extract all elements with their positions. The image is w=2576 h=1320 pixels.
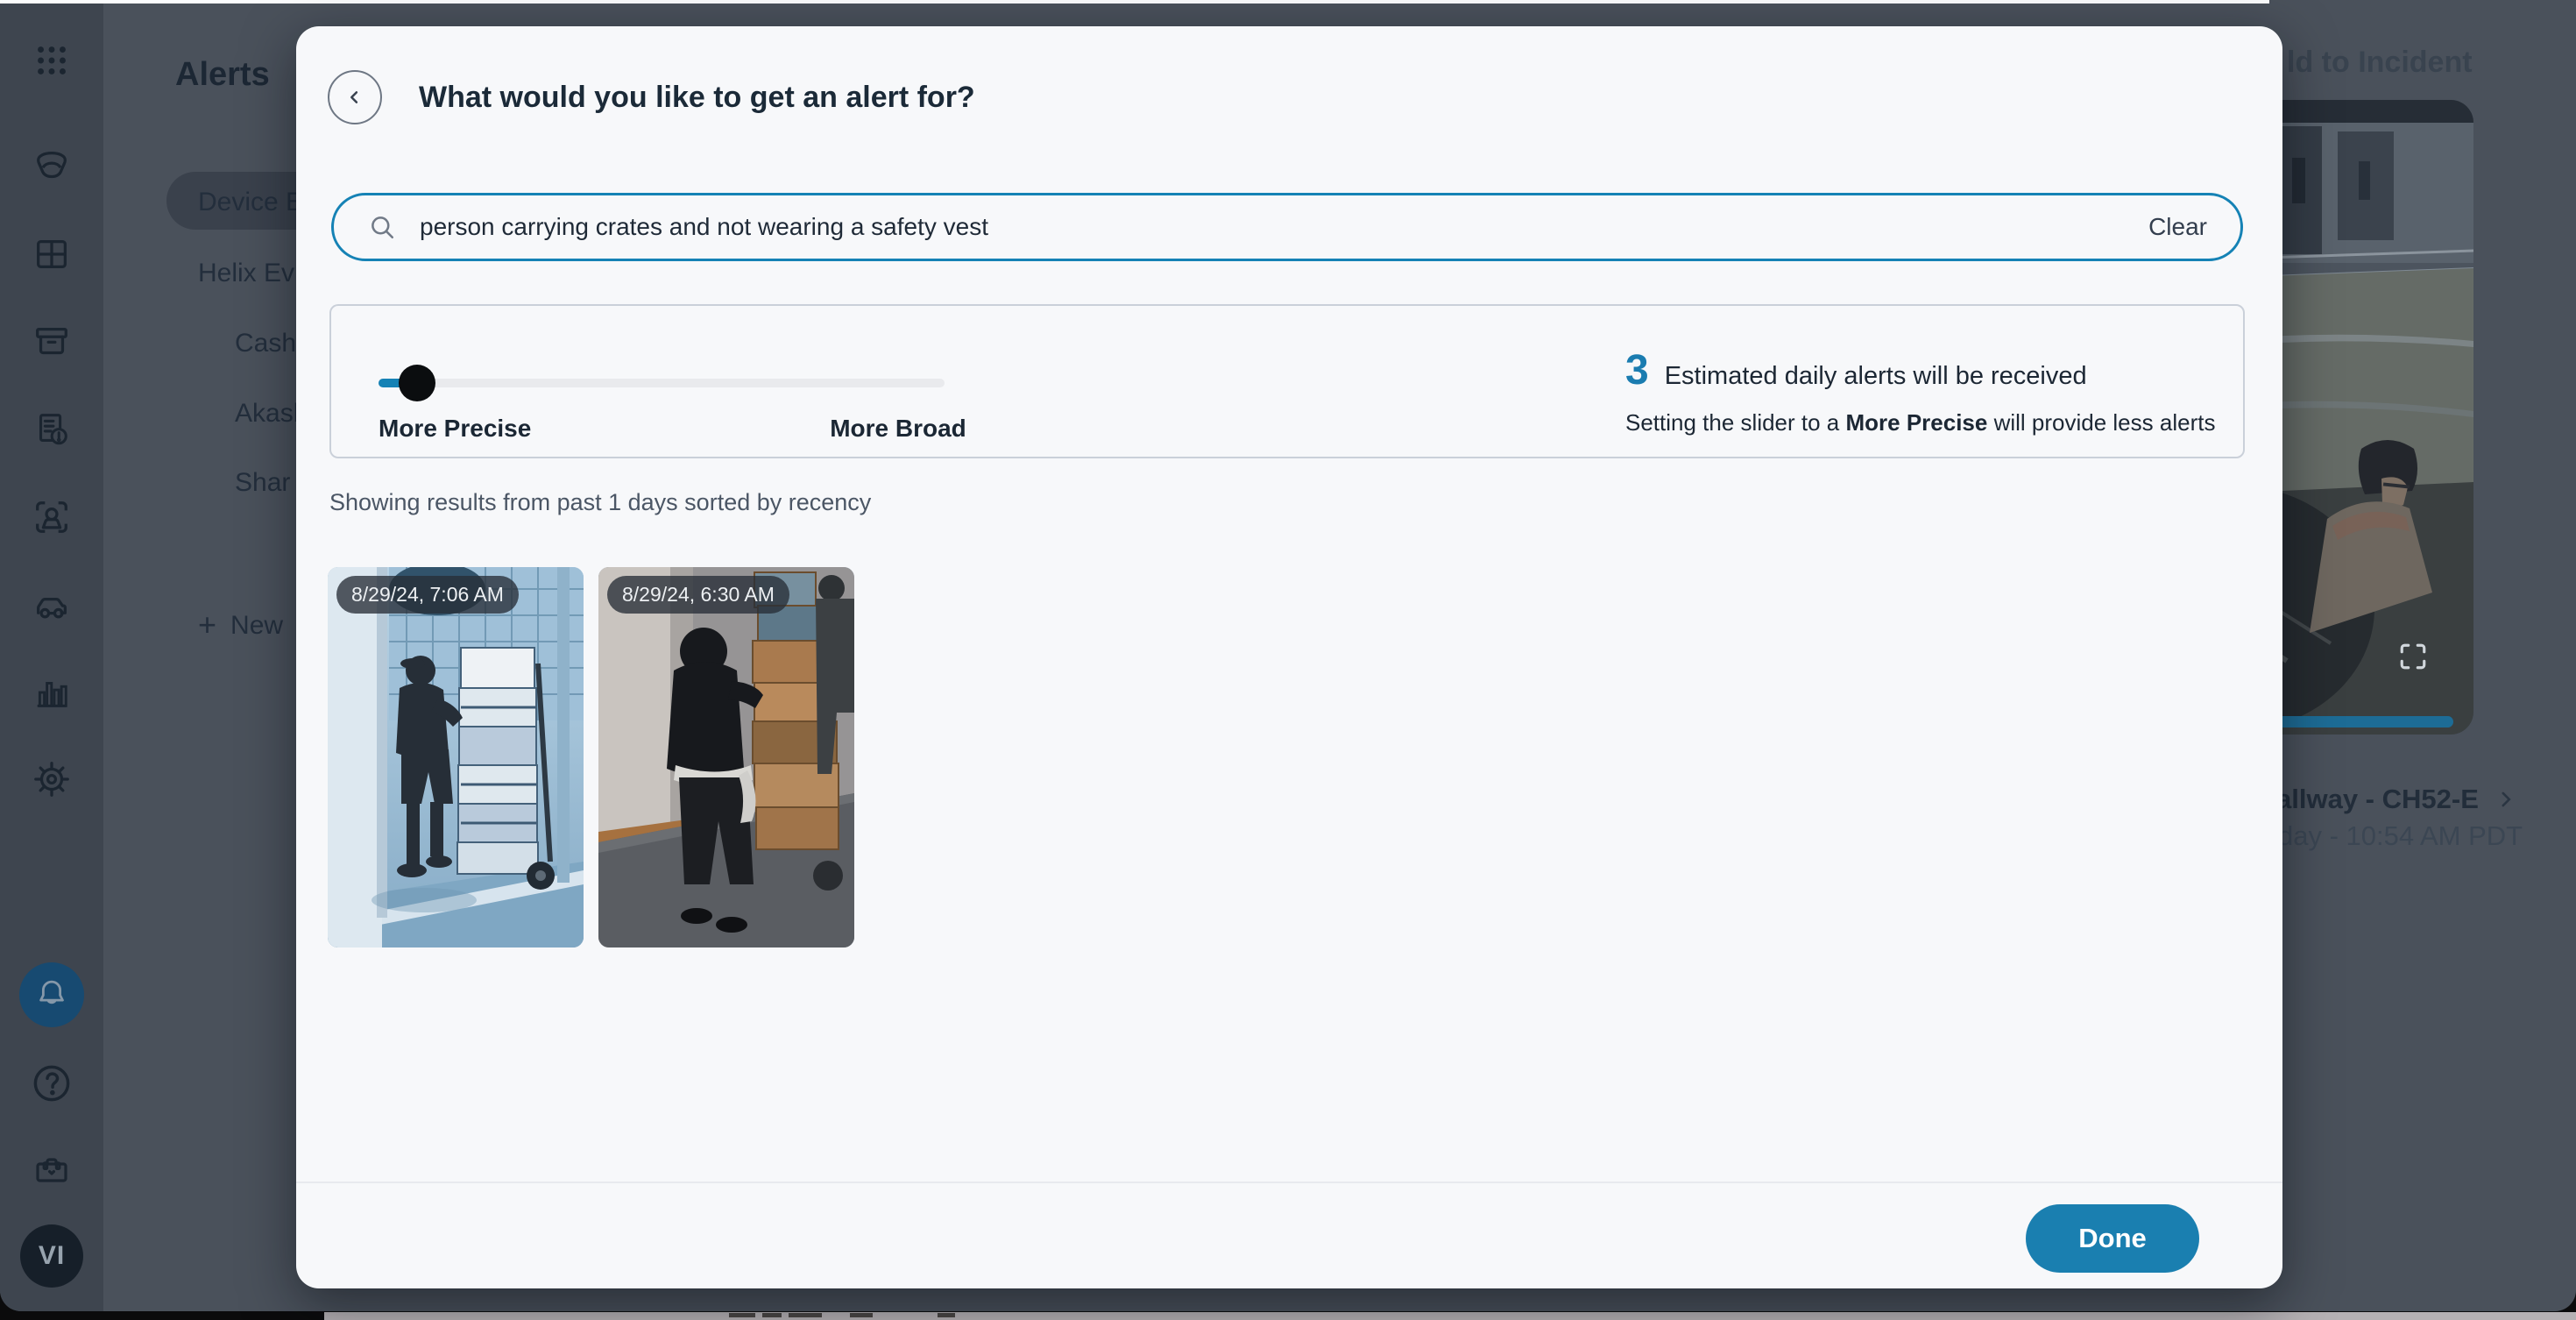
slider-label-precise: More Precise: [379, 415, 531, 443]
results-summary: Showing results from past 1 days sorted …: [329, 489, 871, 516]
clear-search-button[interactable]: Clear: [2148, 213, 2207, 241]
result-image-1: [328, 567, 584, 947]
apps-grid-icon[interactable]: [32, 40, 72, 81]
new-alert-label: New: [230, 611, 283, 641]
nav-item-cash[interactable]: Cash: [235, 329, 296, 358]
expand-fullscreen-icon[interactable]: [2398, 642, 2428, 671]
alert-query-searchbar[interactable]: Clear: [331, 193, 2243, 261]
camera-name-text: allway - CH52-E: [2276, 784, 2479, 815]
new-alert-button[interactable]: + New: [198, 607, 283, 644]
camera-dome-icon[interactable]: [32, 146, 72, 187]
thumbnail-timestamp-1: 8/29/24, 7:06 AM: [336, 576, 519, 614]
face-detection-icon[interactable]: [32, 497, 72, 537]
nav-item-shared[interactable]: Shar: [235, 468, 290, 498]
hint-suffix: will provide less alerts: [1987, 409, 2215, 436]
alert-query-input[interactable]: [418, 212, 2148, 242]
hint-prefix: Setting the slider to a: [1625, 409, 1845, 436]
analytics-chart-icon[interactable]: [32, 672, 72, 713]
result-thumbnail-1[interactable]: 8/29/24, 7:06 AM: [328, 567, 584, 947]
settings-gear-icon[interactable]: [32, 759, 72, 799]
nav-item-device-events[interactable]: Device E: [198, 188, 303, 217]
precision-slider-track[interactable]: [379, 379, 945, 387]
camera-timestamp: day - 10:54 AM PDT: [2278, 820, 2523, 852]
estimate-row: 3 Estimated daily alerts will be receive…: [1625, 346, 2087, 394]
back-button[interactable]: [328, 70, 382, 124]
search-icon: [367, 212, 397, 242]
slider-hint-note: Setting the slider to a More Precise wil…: [1625, 409, 2215, 436]
plus-icon: +: [198, 607, 216, 643]
chevron-left-icon: [342, 84, 368, 110]
modal-title: What would you like to get an alert for?: [419, 81, 975, 115]
slider-label-broad: More Broad: [775, 415, 1021, 443]
alerts-bell-icon[interactable]: [19, 962, 84, 1027]
precision-slider-panel: More Precise More Broad 3 Estimated dail…: [329, 304, 2245, 458]
video-wall-icon[interactable]: [32, 234, 72, 274]
thumbnail-timestamp-2: 8/29/24, 6:30 AM: [607, 576, 789, 614]
page-title: Alerts: [175, 56, 270, 94]
estimated-alert-count: 3: [1625, 346, 1649, 394]
add-to-incident-heading: ld to Incident: [2287, 46, 2473, 80]
alert-setup-modal: What would you like to get an alert for?…: [296, 26, 2282, 1288]
bottom-timeline-strip: [324, 1312, 2576, 1320]
sidebar: VI: [0, 0, 103, 1311]
result-thumbnail-2[interactable]: 8/29/24, 6:30 AM: [598, 567, 854, 947]
toolbox-icon[interactable]: [31, 1149, 73, 1191]
user-avatar[interactable]: VI: [20, 1224, 83, 1288]
archive-box-icon[interactable]: [32, 322, 72, 362]
camera-name-link[interactable]: allway - CH52-E: [2276, 784, 2517, 815]
result-thumbnails: 8/29/24, 7:06 AM: [328, 567, 854, 947]
precision-slider-thumb[interactable]: [399, 365, 435, 401]
screen: VI Alerts Device E Helix Ev Cash Akash S…: [0, 0, 2576, 1320]
help-icon[interactable]: [29, 1061, 74, 1106]
hint-bold: More Precise: [1845, 409, 1987, 436]
done-button[interactable]: Done: [2026, 1204, 2199, 1273]
incident-report-icon[interactable]: [32, 409, 72, 450]
result-image-2: [598, 567, 854, 947]
chevron-right-icon: [2495, 788, 2517, 811]
estimated-alert-label: Estimated daily alerts will be received: [1665, 362, 2087, 391]
modal-footer: Done: [296, 1182, 2282, 1288]
vehicle-icon[interactable]: [32, 585, 72, 625]
nav-item-helix-events[interactable]: Helix Ev: [198, 259, 294, 288]
top-edge-strip: [0, 0, 2269, 4]
